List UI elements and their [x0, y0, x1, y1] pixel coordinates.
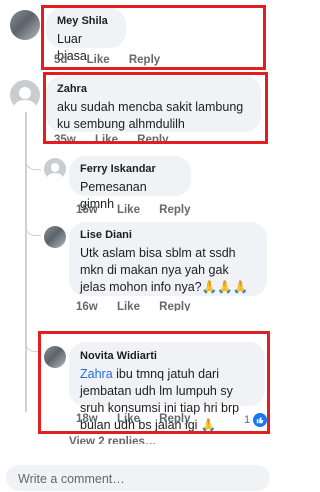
avatar[interactable]	[44, 226, 66, 248]
comment-actions: 18w Like Reply	[76, 413, 207, 425]
mention-link[interactable]: Zahra	[80, 367, 113, 381]
comment-actions: 16w Like Reply	[76, 301, 207, 311]
comment-bubble: Zahra aku sudah mencba sakit lambung ku …	[46, 76, 261, 132]
avatar[interactable]	[10, 10, 40, 40]
comment-text: Utk aslam bisa sblm at ssdh mkn di makan…	[80, 246, 249, 294]
reaction-summary[interactable]: 1	[244, 413, 268, 427]
comment-bubble: Novita Widiarti Zahra ibu tmnq jatuh dar…	[69, 342, 265, 432]
comment-time: 35w	[54, 134, 76, 143]
comment-author[interactable]: Ferry Iskandar	[80, 163, 180, 175]
comment-bubble: Lise Diani Utk aslam bisa sblm at ssdh m…	[69, 222, 267, 296]
comment-time: 15w	[76, 204, 98, 216]
thread-connector	[25, 330, 41, 352]
avatar[interactable]	[10, 80, 40, 110]
reply-button[interactable]: Reply	[159, 413, 190, 425]
view-replies-link[interactable]: View 2 replies…	[69, 436, 156, 444]
like-button[interactable]: Like	[87, 54, 110, 66]
reply-button[interactable]: Reply	[137, 134, 168, 143]
comment-author[interactable]: Zahra	[57, 83, 250, 95]
comment-author[interactable]: Lise Diani	[80, 229, 256, 241]
comment-author[interactable]: Mey Shila	[57, 15, 115, 27]
comment-actions: 35w Like Reply	[54, 134, 185, 143]
avatar[interactable]	[44, 346, 66, 368]
reply-button[interactable]: Reply	[159, 204, 190, 216]
like-button[interactable]: Like	[117, 301, 140, 311]
like-button[interactable]: Like	[95, 134, 118, 143]
avatar[interactable]	[44, 158, 66, 180]
like-reaction-icon	[253, 413, 268, 427]
comment-bubble: Ferry Iskandar Pemesanan gimnh	[69, 156, 191, 211]
like-button[interactable]: Like	[117, 413, 140, 425]
reply-button[interactable]: Reply	[129, 54, 160, 66]
comment-actions: 15w Like Reply	[76, 204, 207, 216]
thread-connector	[25, 214, 41, 236]
like-button[interactable]: Like	[117, 204, 140, 216]
comment-actions: 5d Like Reply	[54, 54, 176, 66]
reply-button[interactable]: Reply	[159, 301, 190, 311]
comment-input[interactable]	[18, 472, 258, 486]
comment-time: 18w	[76, 413, 98, 425]
thread-connector	[25, 150, 41, 170]
comment-composer[interactable]	[6, 465, 270, 491]
comment-author[interactable]: Novita Widiarti	[80, 350, 254, 362]
reaction-count: 1	[244, 414, 251, 426]
comment-bubble: Mey Shila Luar biasa	[46, 8, 126, 63]
comment-time: 5d	[54, 54, 68, 66]
comment-text: aku sudah mencba sakit lambung ku sembun…	[57, 100, 244, 131]
comment-time: 16w	[76, 301, 98, 311]
